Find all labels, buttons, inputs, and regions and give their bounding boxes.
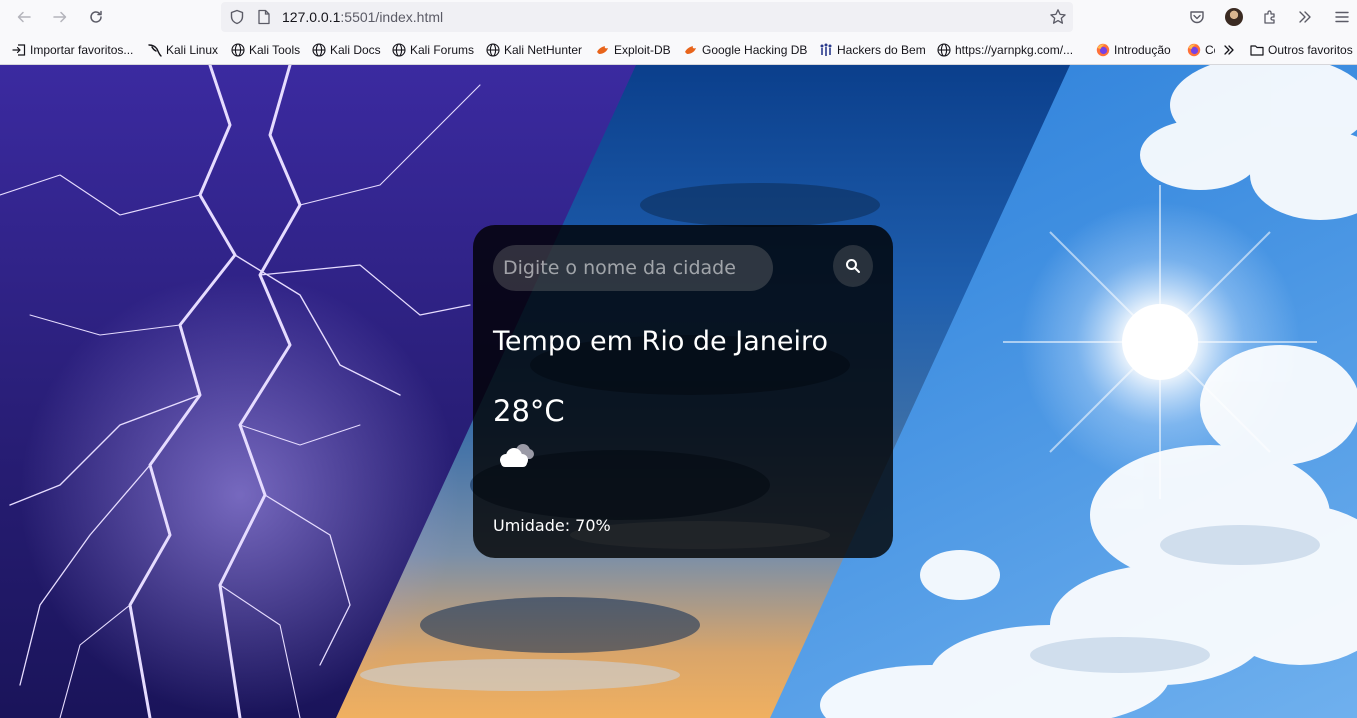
bookmark-label: Google Hacking DB	[702, 43, 808, 57]
globe-icon	[231, 43, 245, 57]
bookmark-label: Kali Linux	[166, 43, 219, 57]
bookmark-truncated[interactable]: Co	[1187, 41, 1215, 59]
import-icon	[12, 44, 26, 56]
puzzle-icon	[1264, 10, 1275, 24]
temperature: 28°C	[493, 394, 565, 428]
shield-icon[interactable]	[229, 9, 245, 25]
page-icon[interactable]	[257, 9, 271, 25]
arrow-left-icon	[17, 11, 31, 23]
bookmark-kali-tools[interactable]: Kali Tools	[231, 41, 300, 59]
humidity-text: Umidade: 70%	[493, 516, 611, 535]
bookmarks-overflow-button[interactable]	[1222, 41, 1236, 59]
bookmark-label: https://yarnpkg.com/...	[955, 43, 1074, 57]
bookmark-introducao[interactable]: Introdução	[1096, 41, 1171, 59]
folder-icon	[1250, 45, 1264, 56]
search-icon	[846, 259, 860, 273]
bookmark-label: Introdução	[1114, 43, 1171, 57]
avatar	[1225, 8, 1243, 26]
bookmark-label: Kali Forums	[410, 43, 475, 57]
bookmark-label: Kali Docs	[330, 43, 381, 57]
reload-button[interactable]	[83, 4, 109, 30]
bookmark-kali-linux[interactable]: Kali Linux	[148, 41, 218, 59]
other-bookmarks-folder[interactable]: Outros favoritos	[1250, 41, 1353, 59]
bookmark-label: Kali Tools	[249, 43, 301, 57]
hamburger-icon	[1335, 11, 1349, 23]
bookmark-kali-docs[interactable]: Kali Docs	[312, 41, 381, 59]
double-chevron-icon	[1299, 11, 1311, 23]
bookmark-hackers-do-bem[interactable]: Hackers do Bem	[819, 41, 926, 59]
bookmarks-toolbar: Importar favoritos... Kali Linux Kali To…	[0, 34, 1357, 65]
bookmark-label: Hackers do Bem	[837, 43, 926, 57]
globe-icon	[312, 43, 326, 57]
reload-icon	[90, 10, 102, 23]
extensions-button[interactable]	[1257, 4, 1283, 30]
bookmark-exploit-db[interactable]: Exploit-DB	[596, 41, 671, 59]
bookmark-label: Importar favoritos...	[30, 43, 134, 57]
browser-toolbar: 127.0.0.1:5501/index.html	[0, 0, 1357, 34]
url-path: :5501/index.html	[340, 9, 444, 25]
double-chevron-icon	[1224, 45, 1234, 55]
forward-button[interactable]	[47, 4, 73, 30]
address-bar[interactable]: 127.0.0.1:5501/index.html	[221, 2, 1073, 32]
arrow-right-icon	[53, 11, 67, 23]
other-bookmarks-label: Outros favoritos	[1268, 43, 1353, 57]
search-button[interactable]	[833, 245, 873, 287]
exploit-db-icon	[685, 46, 696, 54]
bookmark-label: Kali NetHunter	[504, 43, 583, 57]
url-host: 127.0.0.1	[282, 9, 341, 25]
bookmark-google-hacking-db[interactable]: Google Hacking DB	[684, 41, 807, 59]
globe-icon	[392, 43, 406, 57]
bookmark-yarnpkg[interactable]: https://yarnpkg.com/...	[937, 41, 1073, 59]
star-icon[interactable]	[1049, 8, 1067, 26]
app-menu-button[interactable]	[1329, 4, 1355, 30]
bookmark-label: Exploit-DB	[614, 43, 671, 57]
city-title: Tempo em Rio de Janeiro	[493, 326, 829, 357]
firefox-icon	[1096, 43, 1110, 57]
weather-card: Tempo em Rio de Janeiro 28°C Umidade: 70…	[473, 225, 893, 558]
back-button[interactable]	[11, 4, 37, 30]
globe-icon	[937, 43, 951, 57]
url-text[interactable]: 127.0.0.1:5501/index.html	[282, 9, 443, 25]
cloudy-icon	[500, 444, 534, 467]
pocket-icon	[1190, 11, 1204, 24]
globe-icon	[486, 43, 500, 57]
overflow-menu-button[interactable]	[1292, 4, 1318, 30]
account-button[interactable]	[1221, 4, 1247, 30]
bookmark-import[interactable]: Importar favoritos...	[12, 41, 133, 59]
firefox-icon	[1187, 43, 1201, 57]
hackers-do-bem-icon	[820, 43, 832, 56]
bookmark-kali-nethunter[interactable]: Kali NetHunter	[486, 41, 582, 59]
pocket-button[interactable]	[1184, 4, 1210, 30]
kali-dragon-icon	[148, 44, 162, 57]
bookmark-kali-forums[interactable]: Kali Forums	[392, 41, 474, 59]
exploit-db-icon	[597, 46, 608, 54]
page-viewport: Tempo em Rio de Janeiro 28°C Umidade: 70…	[0, 65, 1357, 718]
bookmark-label: Co	[1205, 43, 1215, 57]
city-search-input[interactable]	[493, 245, 773, 291]
